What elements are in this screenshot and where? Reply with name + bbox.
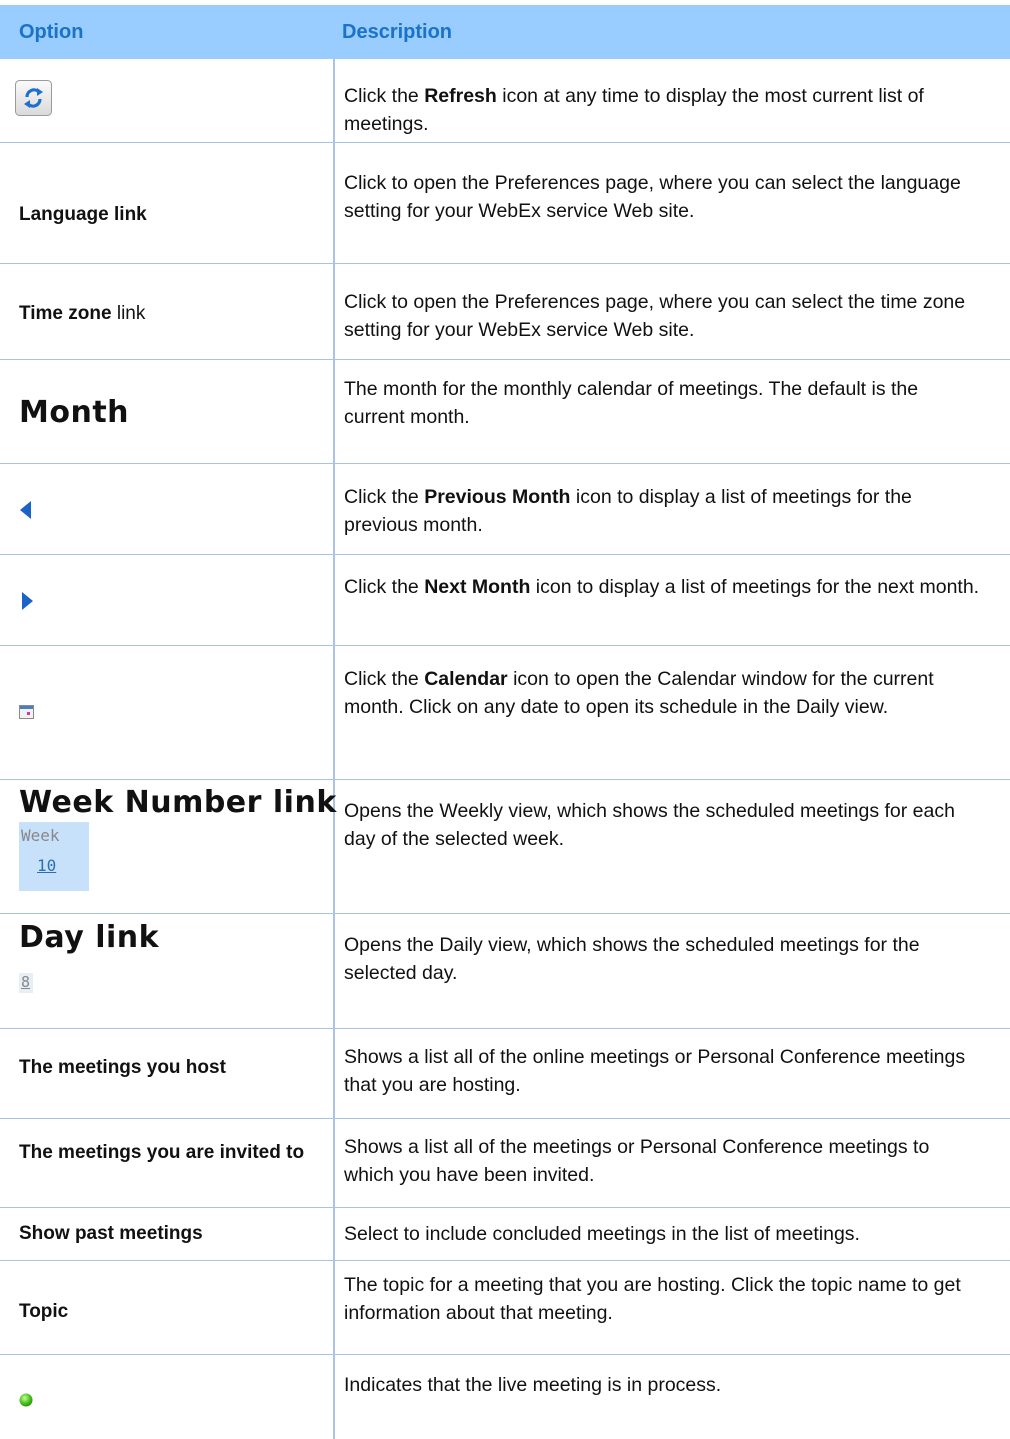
row-divider (0, 142, 1010, 143)
topic-label: Topic (19, 1301, 69, 1322)
row-divider (0, 554, 1010, 555)
day-number-link[interactable]: 8 (21, 973, 30, 991)
month-label: Month (19, 395, 130, 430)
row-divider (0, 359, 1010, 360)
topic-description: The topic for a meeting that you are hos… (344, 1274, 961, 1324)
previous-month-description: Click the Previous Month icon to display… (344, 486, 912, 536)
row-divider (0, 263, 1010, 264)
next-month-description: Click the Next Month icon to display a l… (344, 576, 980, 598)
week-number-link-label: Week Number link (19, 785, 337, 820)
meetings-you-host-description: Shows a list all of the online meetings … (344, 1046, 966, 1096)
description-column-header: Description (342, 21, 453, 43)
meetings-invited-label: The meetings you are invited to (19, 1142, 305, 1163)
day-link-description: Opens the Daily view, which shows the sc… (344, 934, 920, 984)
row-divider (0, 645, 1010, 646)
calendar-description: Click the Calendar icon to open the Cale… (344, 668, 934, 718)
row-divider (0, 913, 1010, 914)
table-header: Option Description (0, 5, 1010, 59)
time-zone-link-label: Time zone link (19, 303, 146, 324)
language-link-description: Click to open the Preferences page, wher… (344, 172, 961, 222)
meetings-you-host-label: The meetings you host (19, 1057, 226, 1078)
row-divider (0, 1028, 1010, 1029)
column-divider (333, 59, 335, 1439)
row-divider (0, 463, 1010, 464)
row-divider (0, 1118, 1010, 1119)
row-divider (0, 1260, 1010, 1261)
live-meeting-status-icon (19, 1393, 33, 1407)
week-number-sample[interactable]: Week 10 (19, 822, 89, 891)
meetings-invited-description: Shows a list all of the meetings or Pers… (344, 1136, 930, 1186)
language-link-label: Language link (19, 204, 147, 225)
time-zone-link-description: Click to open the Preferences page, wher… (344, 291, 966, 341)
show-past-meetings-label: Show past meetings (19, 1223, 203, 1244)
row-divider (0, 779, 1010, 780)
week-number-link-description: Opens the Weekly view, which shows the s… (344, 800, 955, 850)
day-link-label: Day link (19, 920, 160, 955)
month-description: The month for the monthly calendar of me… (344, 378, 919, 428)
calendar-icon[interactable] (19, 705, 34, 719)
day-number-sample[interactable]: 8 (19, 973, 33, 993)
next-month-icon[interactable] (20, 591, 34, 611)
week-word: Week (21, 826, 60, 845)
week-number-link[interactable]: 10 (37, 856, 56, 875)
option-column-header: Option (19, 21, 84, 43)
refresh-icon[interactable] (15, 80, 52, 116)
row-divider (0, 1207, 1010, 1208)
live-meeting-description: Indicates that the live meeting is in pr… (344, 1374, 722, 1396)
refresh-description: Click the Refresh icon at any time to di… (344, 85, 924, 135)
previous-month-icon[interactable] (19, 500, 33, 520)
show-past-meetings-description: Select to include concluded meetings in … (344, 1223, 860, 1245)
row-divider (0, 1354, 1010, 1355)
